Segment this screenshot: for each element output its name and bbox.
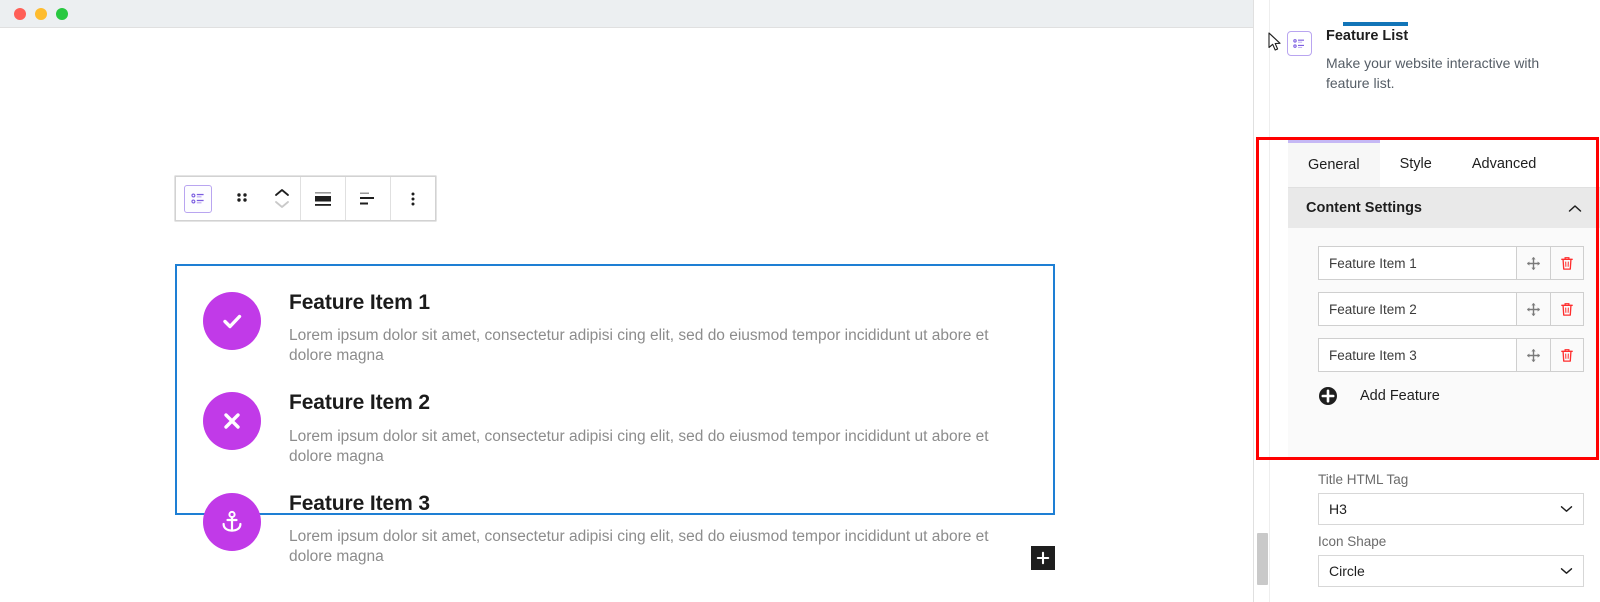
tab-style-label: Style bbox=[1399, 155, 1432, 172]
block-type-feature-list-button[interactable] bbox=[176, 177, 220, 220]
feature-item-2-delete-button[interactable] bbox=[1550, 292, 1584, 326]
window-maximize-button[interactable] bbox=[56, 7, 68, 20]
block-description: Make your website interactive with featu… bbox=[1326, 55, 1540, 91]
feature-item-text: Feature Item 3 Lorem ipsum dolor sit ame… bbox=[289, 489, 1027, 567]
check-icon bbox=[203, 292, 261, 350]
toolbar-group-more bbox=[391, 177, 435, 220]
trash-icon bbox=[1561, 348, 1573, 362]
feature-setting-row bbox=[1318, 292, 1584, 326]
content-settings-header[interactable]: Content Settings bbox=[1288, 188, 1600, 228]
feature-item-text: Feature Item 1 Lorem ipsum dolor sit ame… bbox=[289, 288, 1027, 366]
toolbar-group-block bbox=[176, 177, 301, 220]
window-close-button[interactable] bbox=[14, 7, 26, 20]
inspector-tabs: General Style Advanced bbox=[1288, 140, 1600, 188]
block-toolbar bbox=[175, 176, 436, 221]
field-icon-shape: Icon Shape Circle bbox=[1288, 534, 1600, 587]
align-block-icon bbox=[315, 191, 331, 206]
feature-item[interactable]: Feature Item 1 Lorem ipsum dolor sit ame… bbox=[203, 288, 1027, 366]
scroll-down-arrow-icon[interactable] bbox=[1258, 598, 1269, 602]
feature-item-2-input[interactable] bbox=[1318, 292, 1516, 326]
feature-item-title[interactable]: Feature Item 3 bbox=[289, 491, 1027, 516]
sidebar-scrollbar-thumb[interactable] bbox=[1257, 533, 1268, 585]
feature-item-text: Feature Item 2 Lorem ipsum dolor sit ame… bbox=[289, 388, 1027, 466]
icon-shape-select[interactable]: Circle bbox=[1318, 555, 1584, 587]
field-title-html-tag-label: Title HTML Tag bbox=[1318, 472, 1409, 487]
feature-setting-row bbox=[1318, 338, 1584, 372]
tab-general-label: General bbox=[1308, 157, 1360, 173]
field-title-html-tag: Title HTML Tag H3 bbox=[1288, 472, 1600, 525]
chevron-down-icon bbox=[1560, 506, 1573, 512]
feature-item-description[interactable]: Lorem ipsum dolor sit amet, consectetur … bbox=[289, 427, 1027, 467]
chevron-down-icon bbox=[1560, 568, 1573, 574]
times-icon bbox=[203, 392, 261, 451]
tab-advanced[interactable]: Advanced bbox=[1452, 140, 1557, 187]
more-options-button[interactable] bbox=[391, 177, 435, 220]
feature-setting-row bbox=[1318, 246, 1584, 280]
move-arrows-icon bbox=[1526, 302, 1541, 316]
feature-item-title[interactable]: Feature Item 1 bbox=[289, 290, 1027, 315]
mouse-cursor bbox=[1268, 32, 1282, 57]
window-minimize-button[interactable] bbox=[35, 7, 47, 20]
move-arrows-icon bbox=[1526, 348, 1541, 362]
sidebar-scrollbar[interactable] bbox=[1255, 28, 1269, 602]
tab-advanced-label: Advanced bbox=[1471, 155, 1537, 172]
feature-item[interactable]: Feature Item 3 Lorem ipsum dolor sit ame… bbox=[203, 489, 1027, 567]
add-feature-button[interactable]: Add Feature bbox=[1318, 386, 1584, 406]
feature-item-3-move-button[interactable] bbox=[1516, 338, 1550, 372]
title-html-tag-value: H3 bbox=[1329, 501, 1347, 517]
feature-item-1-move-button[interactable] bbox=[1516, 246, 1550, 280]
feature-item-2-move-button[interactable] bbox=[1516, 292, 1550, 326]
inspector-sidebar: Feature List Make your website interacti… bbox=[1253, 0, 1600, 602]
feature-item-title[interactable]: Feature Item 2 bbox=[289, 390, 1027, 415]
plus-icon bbox=[1036, 551, 1050, 565]
title-html-tag-select[interactable]: H3 bbox=[1318, 493, 1584, 525]
block-title: Feature List bbox=[1326, 28, 1409, 44]
field-icon-shape-label: Icon Shape bbox=[1318, 534, 1387, 549]
vertical-dots-icon bbox=[411, 192, 415, 205]
feature-item[interactable]: Feature Item 2 Lorem ipsum dolor sit ame… bbox=[203, 388, 1027, 466]
plus-circle-icon bbox=[1319, 387, 1337, 405]
block-info-text: Feature List Make your website interacti… bbox=[1326, 28, 1541, 94]
feature-list-block[interactable]: Feature Item 1 Lorem ipsum dolor sit ame… bbox=[175, 264, 1055, 565]
trash-icon bbox=[1561, 302, 1573, 316]
window-titlebar bbox=[0, 0, 1253, 28]
icon-shape-value: Circle bbox=[1329, 563, 1365, 579]
feature-list-icon bbox=[184, 184, 212, 213]
block-align-button[interactable] bbox=[301, 177, 345, 220]
feature-item-description[interactable]: Lorem ipsum dolor sit amet, consectetur … bbox=[289, 326, 1027, 366]
block-info-card: Feature List Make your website interacti… bbox=[1287, 28, 1586, 94]
toolbar-group-textalign bbox=[346, 177, 391, 220]
toolbar-group-align bbox=[301, 177, 346, 220]
align-text-left-icon bbox=[360, 192, 374, 204]
text-align-button[interactable] bbox=[346, 177, 390, 220]
anchor-icon bbox=[203, 492, 261, 551]
chevron-up-icon bbox=[275, 189, 289, 196]
drag-handle-button[interactable] bbox=[220, 177, 264, 220]
content-settings-body: Add Feature bbox=[1288, 228, 1600, 459]
chevron-up-icon bbox=[1568, 204, 1582, 212]
feature-item-1-delete-button[interactable] bbox=[1550, 246, 1584, 280]
tab-style[interactable]: Style bbox=[1380, 140, 1452, 187]
add-feature-label: Add Feature bbox=[1360, 388, 1440, 404]
feature-list-icon bbox=[1287, 31, 1312, 56]
tab-general[interactable]: General bbox=[1288, 140, 1380, 187]
chevron-down-icon bbox=[275, 201, 289, 208]
add-block-button[interactable] bbox=[1031, 546, 1055, 570]
feature-item-1-input[interactable] bbox=[1318, 246, 1516, 280]
feature-item-3-input[interactable] bbox=[1318, 338, 1516, 372]
feature-item-description[interactable]: Lorem ipsum dolor sit amet, consectetur … bbox=[289, 527, 1027, 567]
trash-icon bbox=[1561, 256, 1573, 270]
move-arrows-icon bbox=[1526, 256, 1541, 270]
editor-canvas[interactable]: Feature Item 1 Lorem ipsum dolor sit ame… bbox=[0, 28, 1253, 602]
feature-item-3-delete-button[interactable] bbox=[1550, 338, 1584, 372]
inspector-content: Feature List Make your website interacti… bbox=[1271, 0, 1600, 602]
move-up-down-buttons[interactable] bbox=[264, 177, 300, 220]
active-tab-indicator bbox=[1343, 22, 1408, 26]
content-settings-title: Content Settings bbox=[1306, 200, 1422, 216]
app-root: Feature Item 1 Lorem ipsum dolor sit ame… bbox=[0, 0, 1600, 602]
drag-dots-icon bbox=[237, 192, 247, 202]
